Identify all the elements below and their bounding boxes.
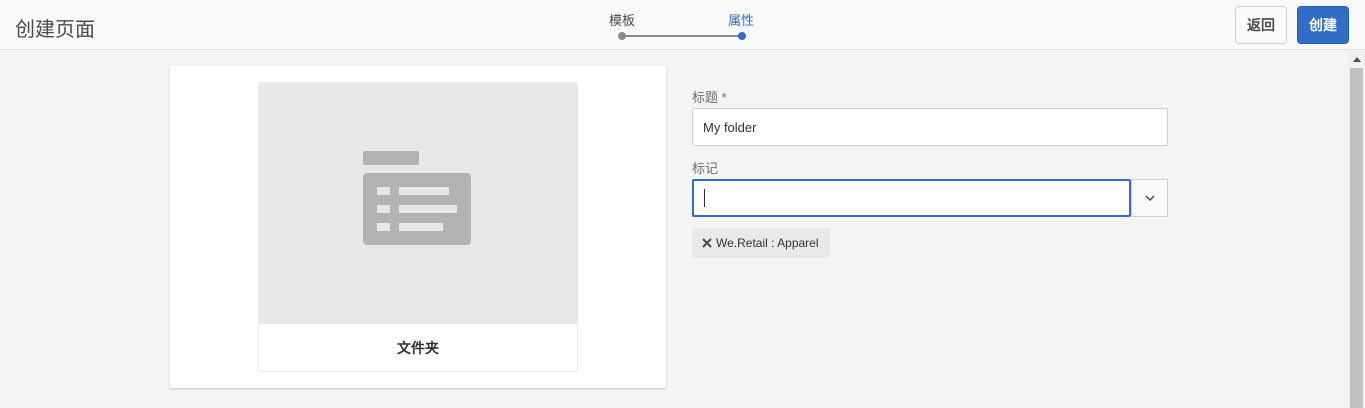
template-card-title: 文件夹 bbox=[397, 340, 439, 356]
tag-chip: We.Retail : Apparel bbox=[692, 228, 830, 258]
wizard-step-template[interactable]: 模板 bbox=[609, 10, 635, 29]
scroll-up-button[interactable] bbox=[1348, 51, 1365, 68]
folder-icon bbox=[363, 151, 471, 245]
wizard-step-properties[interactable]: 属性 bbox=[728, 10, 754, 29]
chevron-down-icon bbox=[1144, 195, 1155, 201]
remove-tag-button[interactable] bbox=[702, 238, 712, 248]
template-card[interactable]: 文件夹 bbox=[258, 82, 578, 372]
tags-input[interactable] bbox=[692, 179, 1131, 217]
tags-field-label: 标记 bbox=[692, 161, 719, 176]
text-cursor bbox=[704, 189, 705, 207]
page-title: 创建页面 bbox=[15, 19, 95, 41]
title-field-label: 标题 * bbox=[692, 90, 727, 105]
tag-chip-label: We.Retail : Apparel bbox=[716, 236, 819, 250]
tags-dropdown-button[interactable] bbox=[1131, 179, 1168, 217]
chevron-up-icon bbox=[1352, 57, 1361, 62]
wizard-progress-line bbox=[624, 35, 740, 37]
scrollbar[interactable] bbox=[1348, 51, 1365, 408]
wizard-step-template-dot bbox=[618, 32, 626, 40]
back-button[interactable]: 返回 bbox=[1235, 6, 1287, 44]
close-icon bbox=[702, 238, 712, 248]
template-panel: 文件夹 bbox=[170, 66, 666, 388]
scroll-thumb[interactable] bbox=[1350, 68, 1363, 408]
wizard-steps: 模板 属性 bbox=[600, 8, 770, 44]
create-button[interactable]: 创建 bbox=[1297, 6, 1349, 44]
title-input[interactable]: My folder bbox=[692, 108, 1168, 146]
wizard-step-properties-dot bbox=[738, 32, 746, 40]
header-bar: 创建页面 模板 属性 返回 创建 bbox=[0, 0, 1365, 50]
template-thumbnail bbox=[259, 83, 577, 324]
